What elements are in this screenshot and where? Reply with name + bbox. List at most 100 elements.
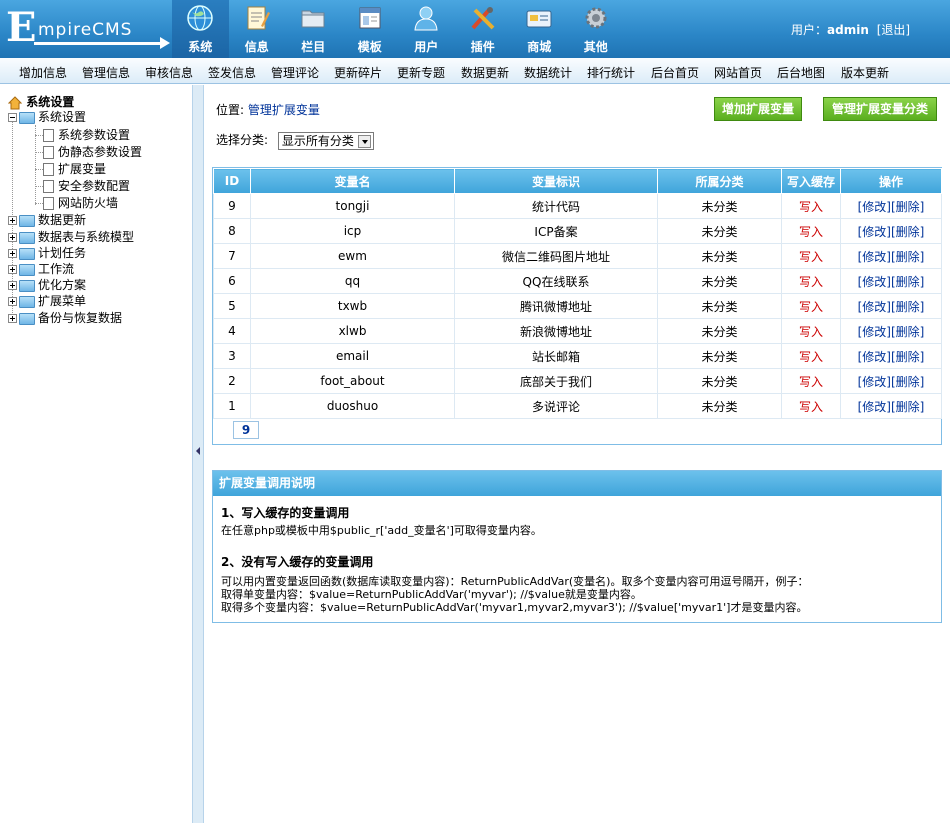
tree-item-security[interactable]: 安全参数配置	[43, 178, 130, 194]
empirecms-logo[interactable]: E mpireCMS	[4, 6, 172, 52]
tree-line	[35, 203, 43, 204]
tree-root-label: 系统设置	[26, 95, 75, 109]
edit-link[interactable]: [修改]	[858, 375, 891, 389]
breadcrumb-link[interactable]: 管理扩展变量	[248, 103, 320, 117]
tree-group-backup[interactable]: 备份与恢复数据	[8, 310, 122, 326]
collapse-icon[interactable]	[8, 113, 17, 122]
delete-link[interactable]: [删除]	[891, 400, 924, 414]
nav-other[interactable]: 其他	[568, 0, 625, 58]
add-extend-var-button[interactable]: 增加扩展变量	[714, 97, 802, 121]
nav-template[interactable]: 模板	[342, 0, 399, 58]
menu-update-fragments[interactable]: 更新碎片	[334, 64, 382, 81]
nav-plugin[interactable]: 插件	[455, 0, 512, 58]
tree-item-rewrite-params[interactable]: 伪静态参数设置	[43, 144, 142, 160]
menu-data-update[interactable]: 数据更新	[461, 64, 509, 81]
expand-icon[interactable]	[8, 233, 17, 242]
menu-add-info[interactable]: 增加信息	[19, 64, 67, 81]
menu-data-stats[interactable]: 数据统计	[524, 64, 572, 81]
tree-group-workflow[interactable]: 工作流	[8, 261, 74, 277]
pagination-total[interactable]: 9	[233, 421, 259, 439]
edit-link[interactable]: [修改]	[858, 200, 891, 214]
delete-link[interactable]: [删除]	[891, 250, 924, 264]
tree-item-label: 伪静态参数设置	[58, 145, 143, 159]
breadcrumb: 位置: 管理扩展变量	[216, 101, 320, 118]
expand-icon[interactable]	[8, 281, 17, 290]
cell-var-name: xlwb	[250, 318, 455, 344]
expand-icon[interactable]	[8, 265, 17, 274]
nav-label: 其他	[583, 40, 608, 54]
menu-admin-home[interactable]: 后台首页	[651, 64, 699, 81]
delete-link[interactable]: [删除]	[891, 275, 924, 289]
tree-group-data-update[interactable]: 数据更新	[8, 212, 86, 228]
tree-item-extend-vars[interactable]: 扩展变量	[43, 161, 106, 177]
menu-sign-info[interactable]: 签发信息	[208, 64, 256, 81]
edit-link[interactable]: [修改]	[858, 350, 891, 364]
tree-group-label: 扩展菜单	[38, 294, 87, 308]
cell-var-name: tongji	[250, 193, 455, 219]
sidebar-tree: 系统设置 系统设置 系统参数设置 伪静态参数设置 扩展变量 安全参数配置 网站防…	[0, 85, 192, 823]
expand-icon[interactable]	[8, 297, 17, 306]
logout-link[interactable]: [退出]	[877, 23, 910, 37]
table-row: 8 icp ICP备案 未分类 写入 [修改][删除]	[213, 218, 942, 244]
delete-link[interactable]: [删除]	[891, 200, 924, 214]
menu-manage-info[interactable]: 管理信息	[82, 64, 130, 81]
category-select-value: 显示所有分类	[281, 133, 354, 148]
tree-group-scheduled-tasks[interactable]: 计划任务	[8, 245, 86, 261]
edit-link[interactable]: [修改]	[858, 400, 891, 414]
menu-review-info[interactable]: 审核信息	[145, 64, 193, 81]
delete-link[interactable]: [删除]	[891, 325, 924, 339]
edit-link[interactable]: [修改]	[858, 300, 891, 314]
tree-item-system-params[interactable]: 系统参数设置	[43, 127, 130, 143]
tree-root[interactable]: 系统设置	[7, 93, 75, 110]
menu-rank-stats[interactable]: 排行统计	[587, 64, 635, 81]
collapse-arrow-icon[interactable]	[196, 447, 200, 455]
menu-update-topics[interactable]: 更新专题	[397, 64, 445, 81]
menu-manage-comments[interactable]: 管理评论	[271, 64, 319, 81]
menu-admin-map[interactable]: 后台地图	[777, 64, 825, 81]
delete-link[interactable]: [删除]	[891, 375, 924, 389]
cell-cache: 写入	[781, 243, 841, 269]
expand-icon[interactable]	[8, 216, 17, 225]
sidebar-toggle-strip[interactable]	[192, 85, 204, 823]
nav-user[interactable]: 用户	[398, 0, 455, 58]
nav-column[interactable]: 栏目	[285, 0, 342, 58]
tree-group-extend-menu[interactable]: 扩展菜单	[8, 293, 86, 309]
edit-link[interactable]: [修改]	[858, 325, 891, 339]
delete-link[interactable]: [删除]	[891, 300, 924, 314]
edit-link[interactable]: [修改]	[858, 250, 891, 264]
logo-arrow-head	[160, 37, 170, 49]
table-row: 2 foot_about 底部关于我们 未分类 写入 [修改][删除]	[213, 368, 942, 394]
window-template-icon	[359, 7, 380, 29]
cell-actions: [修改][删除]	[840, 293, 942, 319]
category-select[interactable]: 显示所有分类	[277, 131, 374, 150]
tree-group-optimize[interactable]: 优化方案	[8, 277, 86, 293]
main-nav: 系统 信息 栏目 模板 用户 插件 商城 其他	[172, 0, 624, 58]
delete-link[interactable]: [删除]	[891, 225, 924, 239]
tree-item-firewall[interactable]: 网站防火墙	[43, 195, 118, 211]
nav-label: 商城	[527, 40, 552, 54]
tree-line	[35, 125, 36, 205]
nav-info[interactable]: 信息	[229, 0, 286, 58]
tree-item-label: 网站防火墙	[58, 196, 119, 210]
nav-system[interactable]: 系统	[172, 0, 229, 58]
cell-id: 4	[213, 318, 251, 344]
tree-group-label: 计划任务	[38, 246, 87, 260]
menu-version-update[interactable]: 版本更新	[841, 64, 889, 81]
expand-icon[interactable]	[8, 314, 17, 323]
edit-link[interactable]: [修改]	[858, 225, 891, 239]
menu-site-home[interactable]: 网站首页	[714, 64, 762, 81]
edit-link[interactable]: [修改]	[858, 275, 891, 289]
nav-label: 信息	[244, 40, 269, 54]
tree-group-system[interactable]: 系统设置	[8, 109, 86, 125]
delete-link[interactable]: [删除]	[891, 350, 924, 364]
cell-actions: [修改][删除]	[840, 318, 942, 344]
cell-cache: 写入	[781, 318, 841, 344]
quick-menu-bar: 增加信息 管理信息 审核信息 签发信息 管理评论 更新碎片 更新专题 数据更新 …	[0, 58, 950, 84]
help-title: 扩展变量调用说明	[213, 471, 941, 496]
expand-icon[interactable]	[8, 249, 17, 258]
cell-var-label: 站长邮箱	[454, 343, 658, 369]
cell-actions: [修改][删除]	[840, 243, 942, 269]
tree-group-tables-models[interactable]: 数据表与系统模型	[8, 229, 134, 245]
nav-shop[interactable]: 商城	[511, 0, 568, 58]
manage-var-category-button[interactable]: 管理扩展变量分类	[823, 97, 937, 121]
